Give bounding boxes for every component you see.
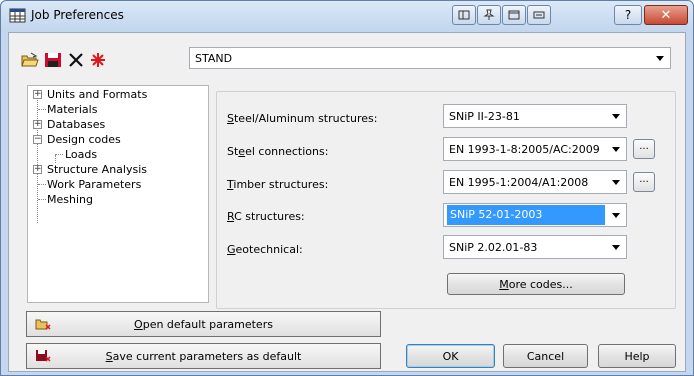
geotechnical-select[interactable]: SNiP 2.02.01-83 (443, 235, 627, 259)
app-grid-icon (9, 8, 26, 23)
steel-connections-more-button[interactable]: ... (633, 139, 655, 159)
expand-plus-icon[interactable]: + (33, 90, 42, 99)
chevron-down-icon (612, 180, 620, 185)
window-icon (508, 10, 520, 20)
chevron-down-icon (612, 114, 620, 119)
preset-select[interactable]: STAND (189, 47, 671, 69)
save-disk-icon[interactable] (44, 52, 62, 68)
chevron-down-icon (612, 213, 620, 218)
open-folder-icon[interactable] (21, 52, 39, 68)
chevron-down-icon (656, 56, 664, 61)
save-default-parameters-button[interactable]: Save current parameters as default (26, 343, 381, 369)
tile-window-button[interactable] (502, 5, 526, 25)
delete-x-icon[interactable] (67, 52, 85, 68)
pin-button[interactable] (477, 5, 501, 25)
steel-structures-select[interactable]: SNiP II-23-81 (443, 104, 627, 128)
minimize-icon (533, 11, 545, 19)
open-default-parameters-button[interactable]: Open default parameters (26, 311, 381, 337)
preset-select-value: STAND (195, 51, 233, 65)
restore-down-button[interactable] (452, 5, 476, 25)
save-disk-star-icon (36, 350, 51, 362)
timber-structures-select[interactable]: EN 1995-1:2004/A1:2008 (443, 170, 627, 194)
window-title: Job Preferences (31, 8, 124, 22)
timber-structures-more-button[interactable]: ... (633, 172, 655, 192)
help-question-icon: ? (624, 8, 632, 22)
more-codes-button[interactable]: More codes... (447, 273, 625, 295)
steel-structures-label: Steel/Aluminum structures: (227, 112, 378, 125)
cancel-button[interactable]: Cancel (503, 344, 588, 368)
preferences-tree: + Units and Formats Materials + Database… (27, 85, 209, 303)
ok-button[interactable]: OK (406, 344, 495, 368)
chevron-down-icon (612, 147, 620, 152)
chevron-down-icon (612, 245, 620, 250)
collapse-minus-icon[interactable]: − (33, 135, 42, 144)
timber-structures-label: Timber structures: (227, 178, 329, 191)
new-star-icon[interactable] (89, 52, 107, 68)
dialog-body: STAND + Units and Formats Materials + Da… (8, 32, 686, 372)
geotechnical-label: Geotechnical: (227, 243, 303, 256)
rc-structures-select[interactable]: SNiP 52-01-2003 (443, 203, 627, 227)
pin-icon (483, 9, 495, 20)
rc-structures-label: RC structures: (227, 210, 305, 223)
steel-connections-select[interactable]: EN 1993-1-8:2005/AC:2009 (443, 137, 627, 161)
minimize-button[interactable] (527, 5, 551, 25)
title-bar[interactable]: Job Preferences ? ✕ (1, 1, 693, 31)
help-title-button[interactable]: ? (614, 5, 642, 25)
restore-down-icon (458, 10, 470, 20)
close-button[interactable]: ✕ (644, 5, 688, 25)
steel-connections-label: Steel connections: (227, 145, 329, 158)
open-folder-star-icon (35, 319, 51, 330)
close-icon: ✕ (660, 7, 672, 23)
expand-plus-icon[interactable]: + (33, 120, 42, 129)
help-button[interactable]: Help (598, 344, 676, 368)
expand-plus-icon[interactable]: + (33, 165, 42, 174)
job-preferences-window: Job Preferences ? ✕ STAND + Units and Fo… (0, 0, 694, 376)
